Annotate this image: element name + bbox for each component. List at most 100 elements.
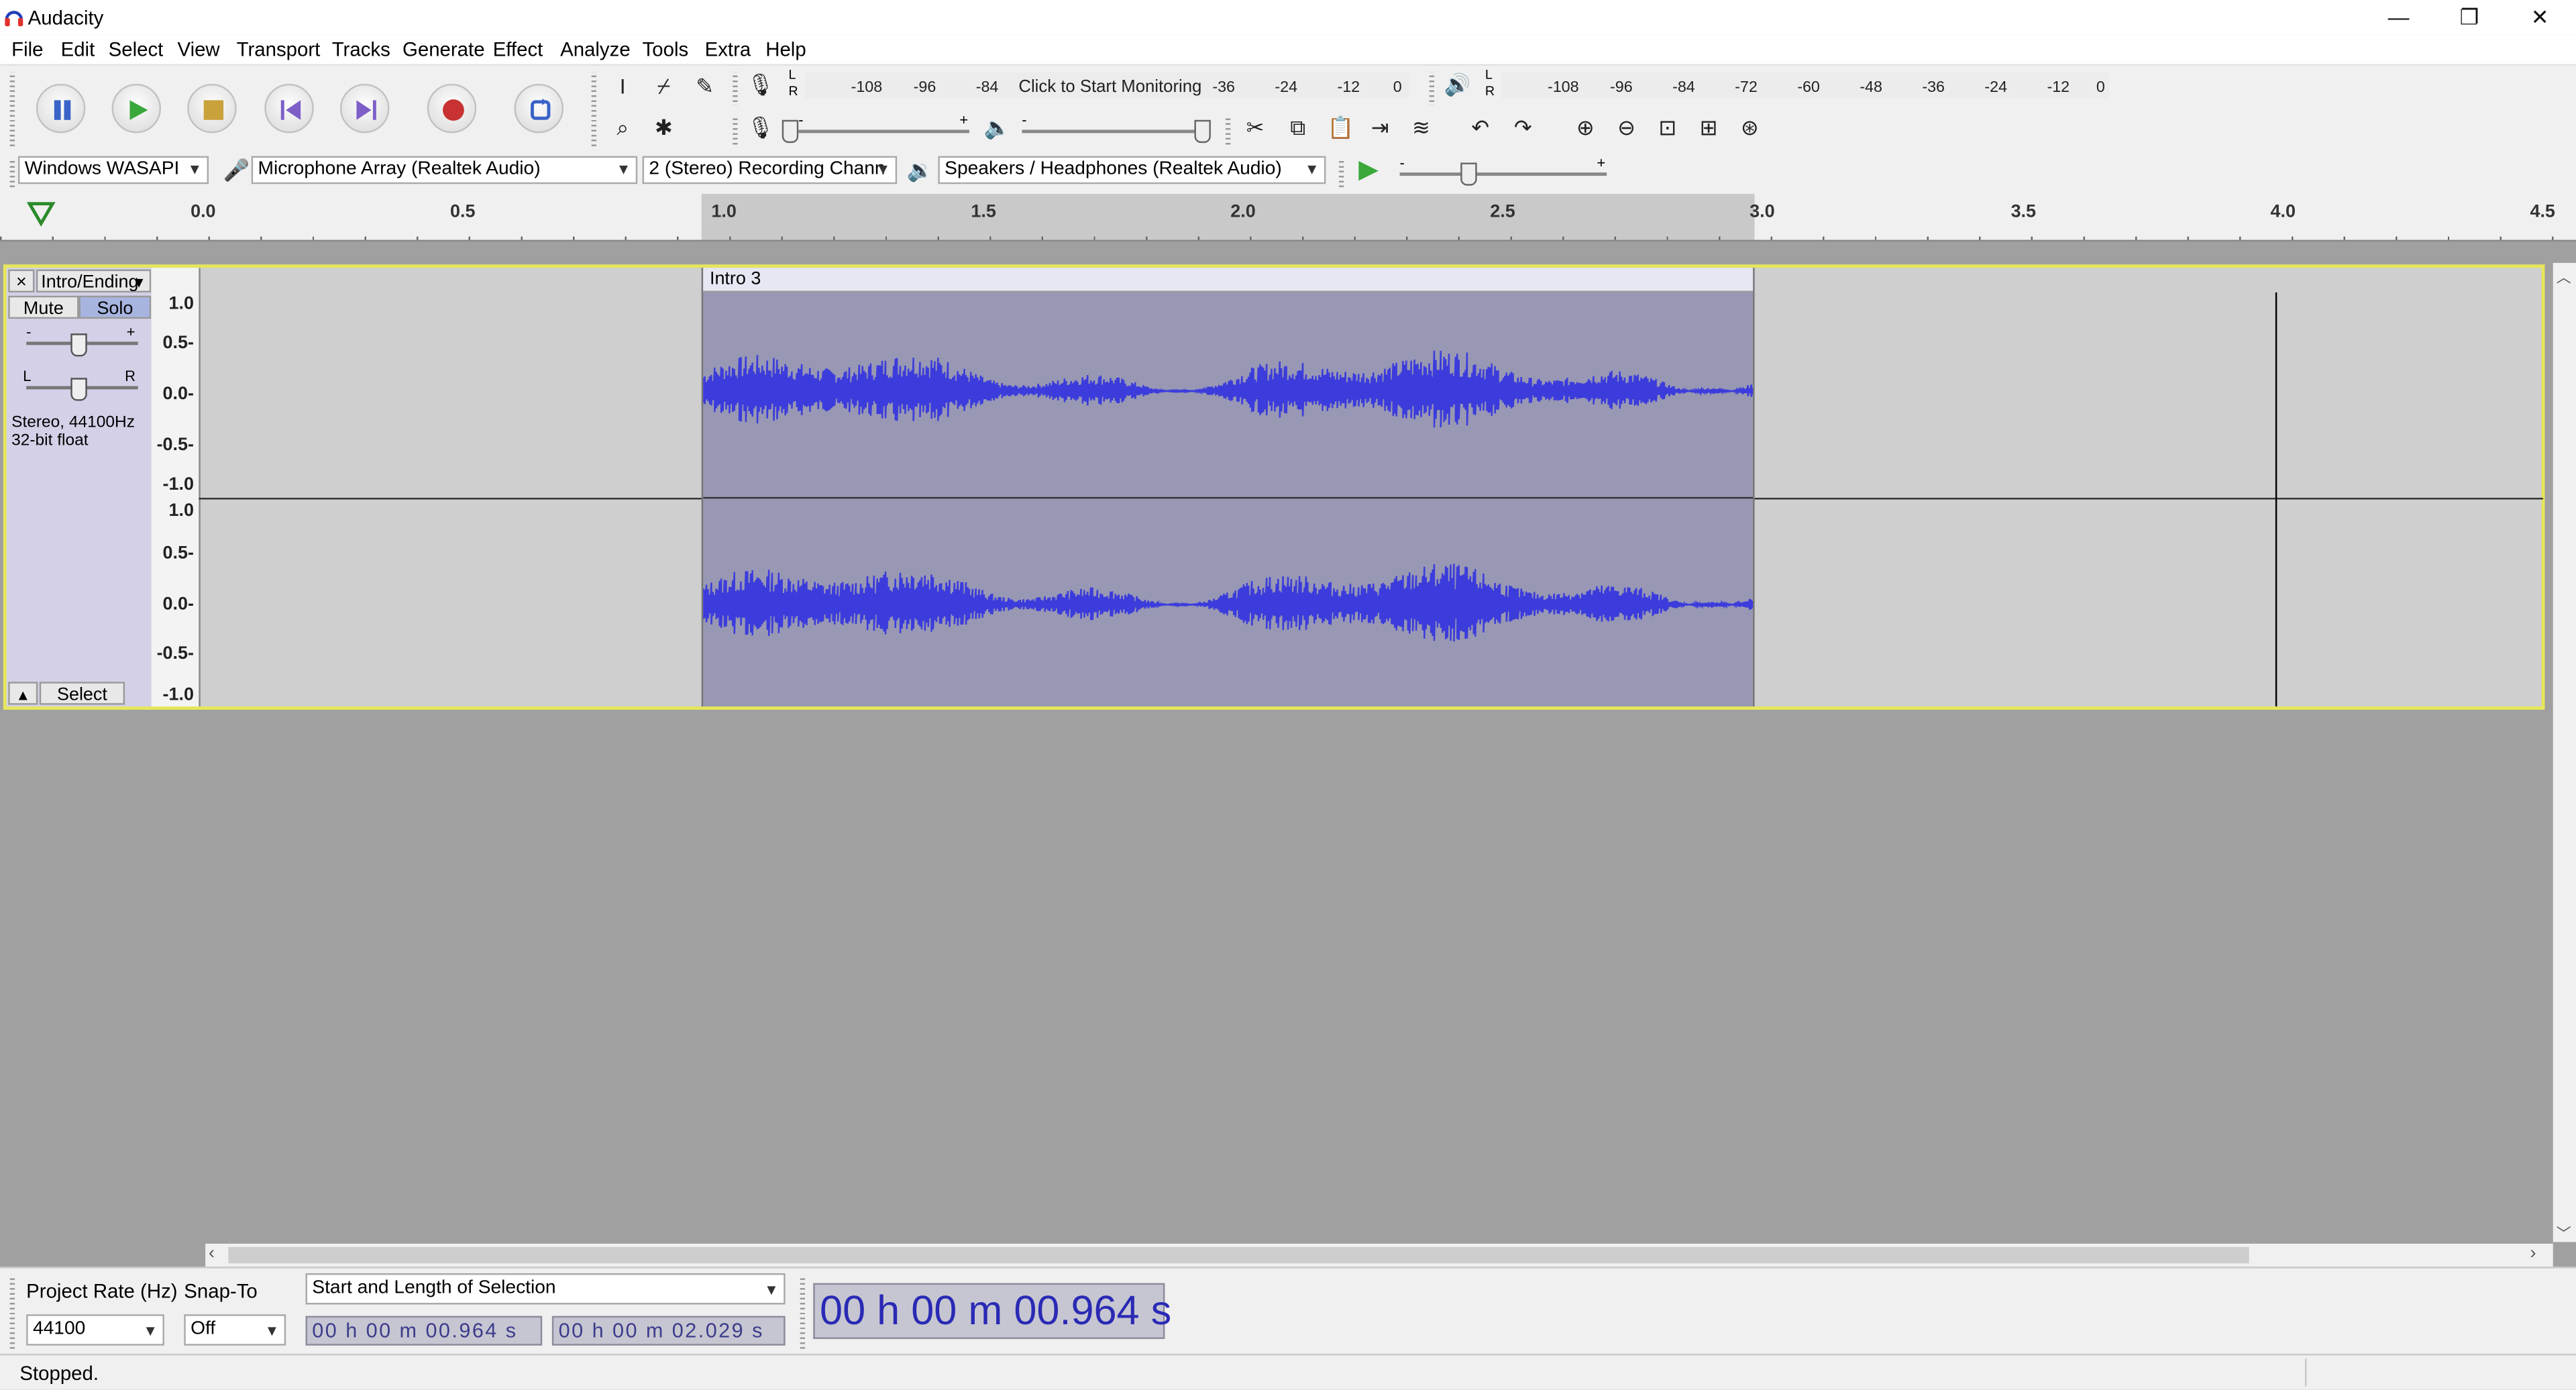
zoom-toggle-icon[interactable]: ⊛ [1731,110,1768,146]
menu-effect[interactable]: Effect [493,38,543,60]
edit-toolbar-grip[interactable] [1225,115,1231,148]
undo-icon[interactable]: ↶ [1462,110,1499,146]
clip-name[interactable]: Intro 3 [703,268,1754,292]
trim-icon[interactable]: ⇥ [1362,110,1398,146]
track-name-menu[interactable]: Intro/Ending ▼ [36,269,152,292]
mute-button[interactable]: Mute [8,295,79,319]
playback-device-select[interactable]: Speakers / Headphones (Realtek Audio) ▼ [938,156,1326,184]
skip-to-end-button[interactable] [339,83,390,133]
playback-device-speaker-icon: 🔉 [906,158,934,182]
record-meter-grip[interactable] [733,72,738,105]
transport-toolbar-grip[interactable] [9,72,15,148]
pan-slider-thumb[interactable] [70,378,87,401]
record-volume-thumb[interactable] [782,119,799,144]
record-button[interactable] [427,83,477,133]
timeline-ruler[interactable]: 0.0 0.5 1.0 1.5 2.0 2.5 3.0 3.5 4.0 4.5 [0,193,2576,242]
selection-start-time[interactable]: 00 h 00 m 00.964 s [305,1316,543,1346]
maximize-button[interactable]: ❐ [2432,0,2508,34]
play-meter-grip[interactable] [1429,72,1434,105]
recording-channels-value: 2 (Stereo) Recording Chann [649,159,885,179]
loop-icon [531,98,551,120]
tools-toolbar-grip[interactable] [591,72,596,148]
scroll-left-icon[interactable]: ‹ [209,1244,215,1263]
vruler-label: 1.0 [168,294,194,314]
recording-device-select[interactable]: Microphone Array (Realtek Audio) ▼ [251,156,638,184]
track-close-button[interactable]: × [8,269,35,292]
menu-select[interactable]: Select [109,38,164,60]
multi-tool-icon[interactable]: ✱ [645,110,682,146]
selection-length-time[interactable]: 00 h 00 m 02.029 s [551,1316,786,1346]
selection-tool-icon[interactable]: I [604,69,641,105]
microphone-icon[interactable]: 🎙 [743,67,779,103]
playback-speed-thumb[interactable] [1460,162,1477,186]
time-toolbar-grip[interactable] [800,1275,806,1351]
project-rate-select[interactable]: 44100 ▼ [26,1314,164,1346]
horizontal-scrollbar[interactable]: ‹ › [205,1243,2553,1267]
stop-button[interactable] [187,83,237,133]
pan-left-label: L [23,368,32,385]
redo-icon[interactable]: ↷ [1505,110,1541,146]
envelope-tool-icon[interactable]: ⌿ [645,69,682,105]
selection-toolbar-grip[interactable] [9,1275,15,1351]
skip-to-start-button[interactable] [264,83,314,133]
gain-slider-thumb[interactable] [70,333,87,357]
scroll-right-icon[interactable]: › [2530,1244,2536,1263]
playback-speed-slider[interactable] [1399,172,1607,176]
scroll-down-icon[interactable]: ﹀ [2557,1222,2571,1244]
cut-icon[interactable]: ✂ [1237,110,1273,146]
horizontal-scroll-thumb[interactable] [228,1246,2249,1264]
record-volume-slider[interactable] [798,129,969,133]
playback-volume-slider[interactable] [1022,129,1206,133]
menu-generate[interactable]: Generate [402,38,485,60]
play-at-speed-icon[interactable] [1357,160,1380,182]
pause-button[interactable] [36,83,86,133]
menu-tracks[interactable]: Tracks [332,38,390,60]
snap-to-select[interactable]: Off ▼ [184,1314,286,1346]
track-select-button[interactable]: Select [39,682,125,705]
solo-button[interactable]: Solo [78,295,152,319]
zoom-out-icon[interactable]: ⊖ [1609,110,1645,146]
edit-cursor [2275,292,2277,707]
record-meter[interactable]: -108 -96 -84 Click to Start Monitoring -… [805,72,1410,99]
menu-transport[interactable]: Transport [237,38,321,60]
recording-channels-select[interactable]: 2 (Stereo) Recording Chann ▼ [642,156,898,184]
zoom-in-icon[interactable]: ⊕ [1567,110,1603,146]
mixer-toolbar-grip[interactable] [733,115,738,148]
loop-button[interactable] [514,83,564,133]
fit-project-icon[interactable]: ⊞ [1690,110,1727,146]
ruler-label: 2.0 [1230,202,1256,222]
fit-selection-icon[interactable]: ⊡ [1650,110,1686,146]
record-meter-tick: -24 [1275,78,1298,97]
playback-volume-thumb[interactable] [1194,119,1211,144]
timeline-options-icon[interactable] [26,201,56,227]
chevron-down-icon: ▼ [763,1281,779,1298]
scroll-up-icon[interactable]: ︿ [2557,266,2571,288]
minimize-button[interactable]: — [2361,0,2436,34]
menu-extra[interactable]: Extra [705,38,751,60]
close-button[interactable]: ✕ [2502,0,2576,34]
device-toolbar-grip[interactable] [9,158,15,188]
draw-tool-icon[interactable]: ✎ [687,69,723,105]
speaker-icon[interactable]: 🔊 [1439,67,1475,103]
paste-icon[interactable]: 📋 [1322,110,1358,146]
silence-icon[interactable]: ≋ [1403,110,1439,146]
audio-clip[interactable]: Intro 3 [701,268,1755,707]
menu-analyze[interactable]: Analyze [560,38,631,60]
click-to-start-monitoring[interactable]: Click to Start Monitoring [1018,77,1201,97]
vruler-label: 1.0 [168,500,194,521]
play-at-speed-grip[interactable] [1338,158,1344,188]
menu-edit[interactable]: Edit [61,38,95,60]
selection-mode-select[interactable]: Start and Length of Selection ▼ [305,1273,786,1305]
menu-file[interactable]: File [11,38,43,60]
menu-view[interactable]: View [177,38,219,60]
copy-icon[interactable]: ⧉ [1280,110,1316,146]
menu-help[interactable]: Help [765,38,806,60]
collapse-track-icon[interactable]: ▲ [8,682,38,705]
audio-host-select[interactable]: Windows WASAPI ▼ [17,156,209,184]
audio-position-time[interactable]: 00 h 00 m 00.964 s [813,1283,1171,1339]
play-button[interactable] [111,83,162,133]
menu-tools[interactable]: Tools [643,38,689,60]
playback-meter[interactable]: -108 -96 -84 -72 -60 -48 -36 -24 -12 0 [1501,72,2110,99]
vertical-scrollbar[interactable]: ︿ ﹀ [2553,262,2576,1244]
zoom-tool-icon[interactable]: ⌕ [604,110,641,146]
